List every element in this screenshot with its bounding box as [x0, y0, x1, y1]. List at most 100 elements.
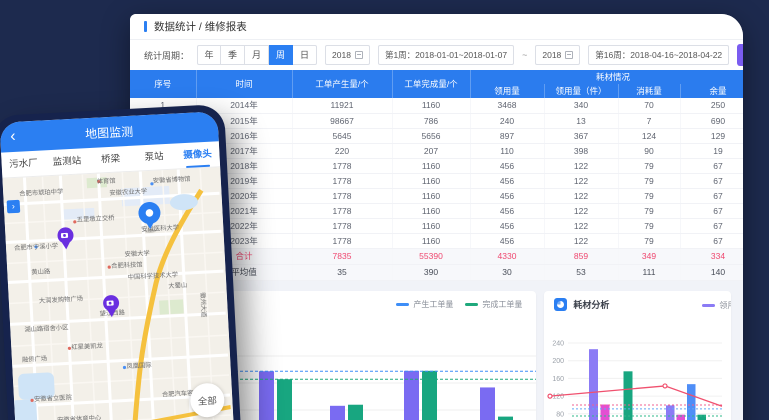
table-cell: 456	[470, 203, 544, 218]
table-cell: 859	[544, 248, 618, 264]
table-cell: 7	[618, 113, 680, 128]
period-option-month[interactable]: 月	[245, 45, 269, 65]
calendar-icon	[565, 51, 573, 59]
table-cell: 250	[680, 98, 743, 113]
bar[interactable]	[498, 416, 513, 420]
table-cell: 1778	[292, 233, 392, 248]
bar[interactable]	[348, 404, 363, 420]
table-cell: 124	[618, 128, 680, 143]
map-canvas: 合肥市琥珀中学体育馆安徽农业大学安徽省博物馆五里墩立交桥安徽医科大学合肥市宁溪小…	[2, 167, 232, 420]
table-header: 序号 时间 工单产生量/个 工单完成量/个 耗材情况 领用量 领用量（件） 消耗…	[130, 70, 743, 98]
table-cell: 690	[680, 113, 743, 128]
week-start-picker[interactable]: 第1周：2018-01-01~2018-01-07	[378, 45, 514, 65]
table-cell: 11921	[292, 98, 392, 113]
y-tick-label: 80	[557, 411, 565, 418]
table-cell: 122	[544, 158, 618, 173]
query-button[interactable]: 查询	[737, 44, 743, 66]
table-cell: 456	[470, 173, 544, 188]
col-group-consumables: 耗材情况	[470, 70, 743, 84]
legend-label: 完成工单量	[482, 299, 522, 310]
bar[interactable]	[589, 349, 598, 420]
sub-header-3: 消耗量	[618, 84, 680, 98]
consumables-chart-legend: 领用量	[702, 300, 731, 311]
period-option-quarter[interactable]: 季	[221, 45, 245, 65]
tab-sewage-plant[interactable]: 污水厂	[1, 150, 46, 177]
bar[interactable]	[687, 384, 696, 420]
tab-pump-station[interactable]: 泵站	[132, 144, 177, 171]
breadcrumb: 数据统计 / 维修报表	[130, 14, 743, 40]
y-tick-label: 240	[553, 340, 565, 347]
bar[interactable]	[404, 370, 419, 420]
period-option-week[interactable]: 周	[269, 45, 293, 65]
year-start-picker[interactable]: 2018	[325, 45, 370, 65]
tab-monitor-station[interactable]: 监测站	[45, 148, 90, 175]
tab-bridge[interactable]: 桥梁	[88, 146, 133, 173]
legend-dash-icon	[702, 304, 715, 307]
table-cell: 1778	[292, 158, 392, 173]
table-cell: 79	[618, 188, 680, 203]
col-header-created: 工单产生量/个	[292, 70, 392, 98]
table-cell: 398	[544, 143, 618, 158]
table-cell: 79	[618, 203, 680, 218]
table-cell: 1160	[392, 218, 470, 233]
table-cell: 334	[680, 248, 743, 264]
bar[interactable]	[624, 371, 633, 420]
table-cell: 340	[544, 98, 618, 113]
table-cell: 1160	[392, 203, 470, 218]
table-cell: 897	[470, 128, 544, 143]
week-end-picker[interactable]: 第16周：2018-04-16~2018-04-22	[588, 45, 729, 65]
bar[interactable]	[601, 404, 610, 420]
period-label: 统计周期：	[144, 49, 189, 62]
table-cell: 55390	[392, 248, 470, 264]
map-view[interactable]: 合肥市琥珀中学体育馆安徽农业大学安徽省博物馆五里墩立交桥安徽医科大学合肥市宁溪小…	[2, 167, 234, 420]
table-cell: 456	[470, 188, 544, 203]
map-expand-button[interactable]: ›	[7, 200, 21, 214]
bar[interactable]	[277, 379, 292, 420]
bar[interactable]	[666, 405, 675, 420]
sub-header-1: 领用量	[470, 84, 544, 98]
period-option-year[interactable]: 年	[197, 45, 221, 65]
table-cell: 456	[470, 233, 544, 248]
back-chevron-icon[interactable]: ‹	[10, 124, 17, 150]
line-point	[663, 383, 667, 387]
range-separator: ~	[522, 50, 527, 60]
phone-mockup: ‹ 地图监测 污水厂 监测站 桥梁 泵站 摄像头 合肥市琥珀中学体育馆安徽农业大…	[0, 104, 242, 420]
bar[interactable]	[422, 370, 437, 420]
phone-screen: ‹ 地图监测 污水厂 监测站 桥梁 泵站 摄像头 合肥市琥珀中学体育馆安徽农业大…	[0, 111, 235, 420]
table-cell: 122	[544, 233, 618, 248]
table-cell: 1160	[392, 173, 470, 188]
bar[interactable]	[259, 371, 274, 420]
table-cell: 1778	[292, 218, 392, 233]
year-end-picker[interactable]: 2018	[535, 45, 580, 65]
bar[interactable]	[480, 387, 495, 420]
table-cell: 122	[544, 203, 618, 218]
y-tick-label: 200	[553, 358, 565, 365]
table-cell: 129	[680, 128, 743, 143]
bar[interactable]	[330, 405, 345, 420]
table-cell: 67	[680, 233, 743, 248]
table-cell: 122	[544, 173, 618, 188]
filter-bar: 统计周期： 年 季 月 周 日 2018 第1周：2018-01-01~2018…	[130, 40, 743, 70]
table-cell: 53	[544, 264, 618, 280]
table-cell: 79	[618, 173, 680, 188]
table-cell: 122	[544, 218, 618, 233]
tab-camera[interactable]: 摄像头	[175, 141, 220, 168]
legend-item-completed[interactable]: 完成工单量	[465, 299, 522, 310]
line-point	[548, 394, 552, 398]
table-cell: 30	[470, 264, 544, 280]
legend-item-created[interactable]: 产生工单量	[396, 299, 453, 310]
period-option-day[interactable]: 日	[293, 45, 317, 65]
table-cell: 13	[544, 113, 618, 128]
week-end-value: 第16周：2018-04-16~2018-04-22	[595, 49, 722, 61]
table-cell: 140	[680, 264, 743, 280]
consumables-chart-card: 耗材分析 领用量 2402001601208040	[544, 291, 731, 420]
table-cell: 786	[392, 113, 470, 128]
table-cell: 110	[470, 143, 544, 158]
week-start-value: 第1周：2018-01-01~2018-01-07	[385, 49, 507, 61]
table-cell: 349	[618, 248, 680, 264]
table-cell: 1778	[292, 188, 392, 203]
legend-label: 领用量	[719, 300, 731, 311]
table-cell: 1160	[392, 158, 470, 173]
year-end-value: 2018	[542, 50, 561, 60]
table-cell: 19	[680, 143, 743, 158]
